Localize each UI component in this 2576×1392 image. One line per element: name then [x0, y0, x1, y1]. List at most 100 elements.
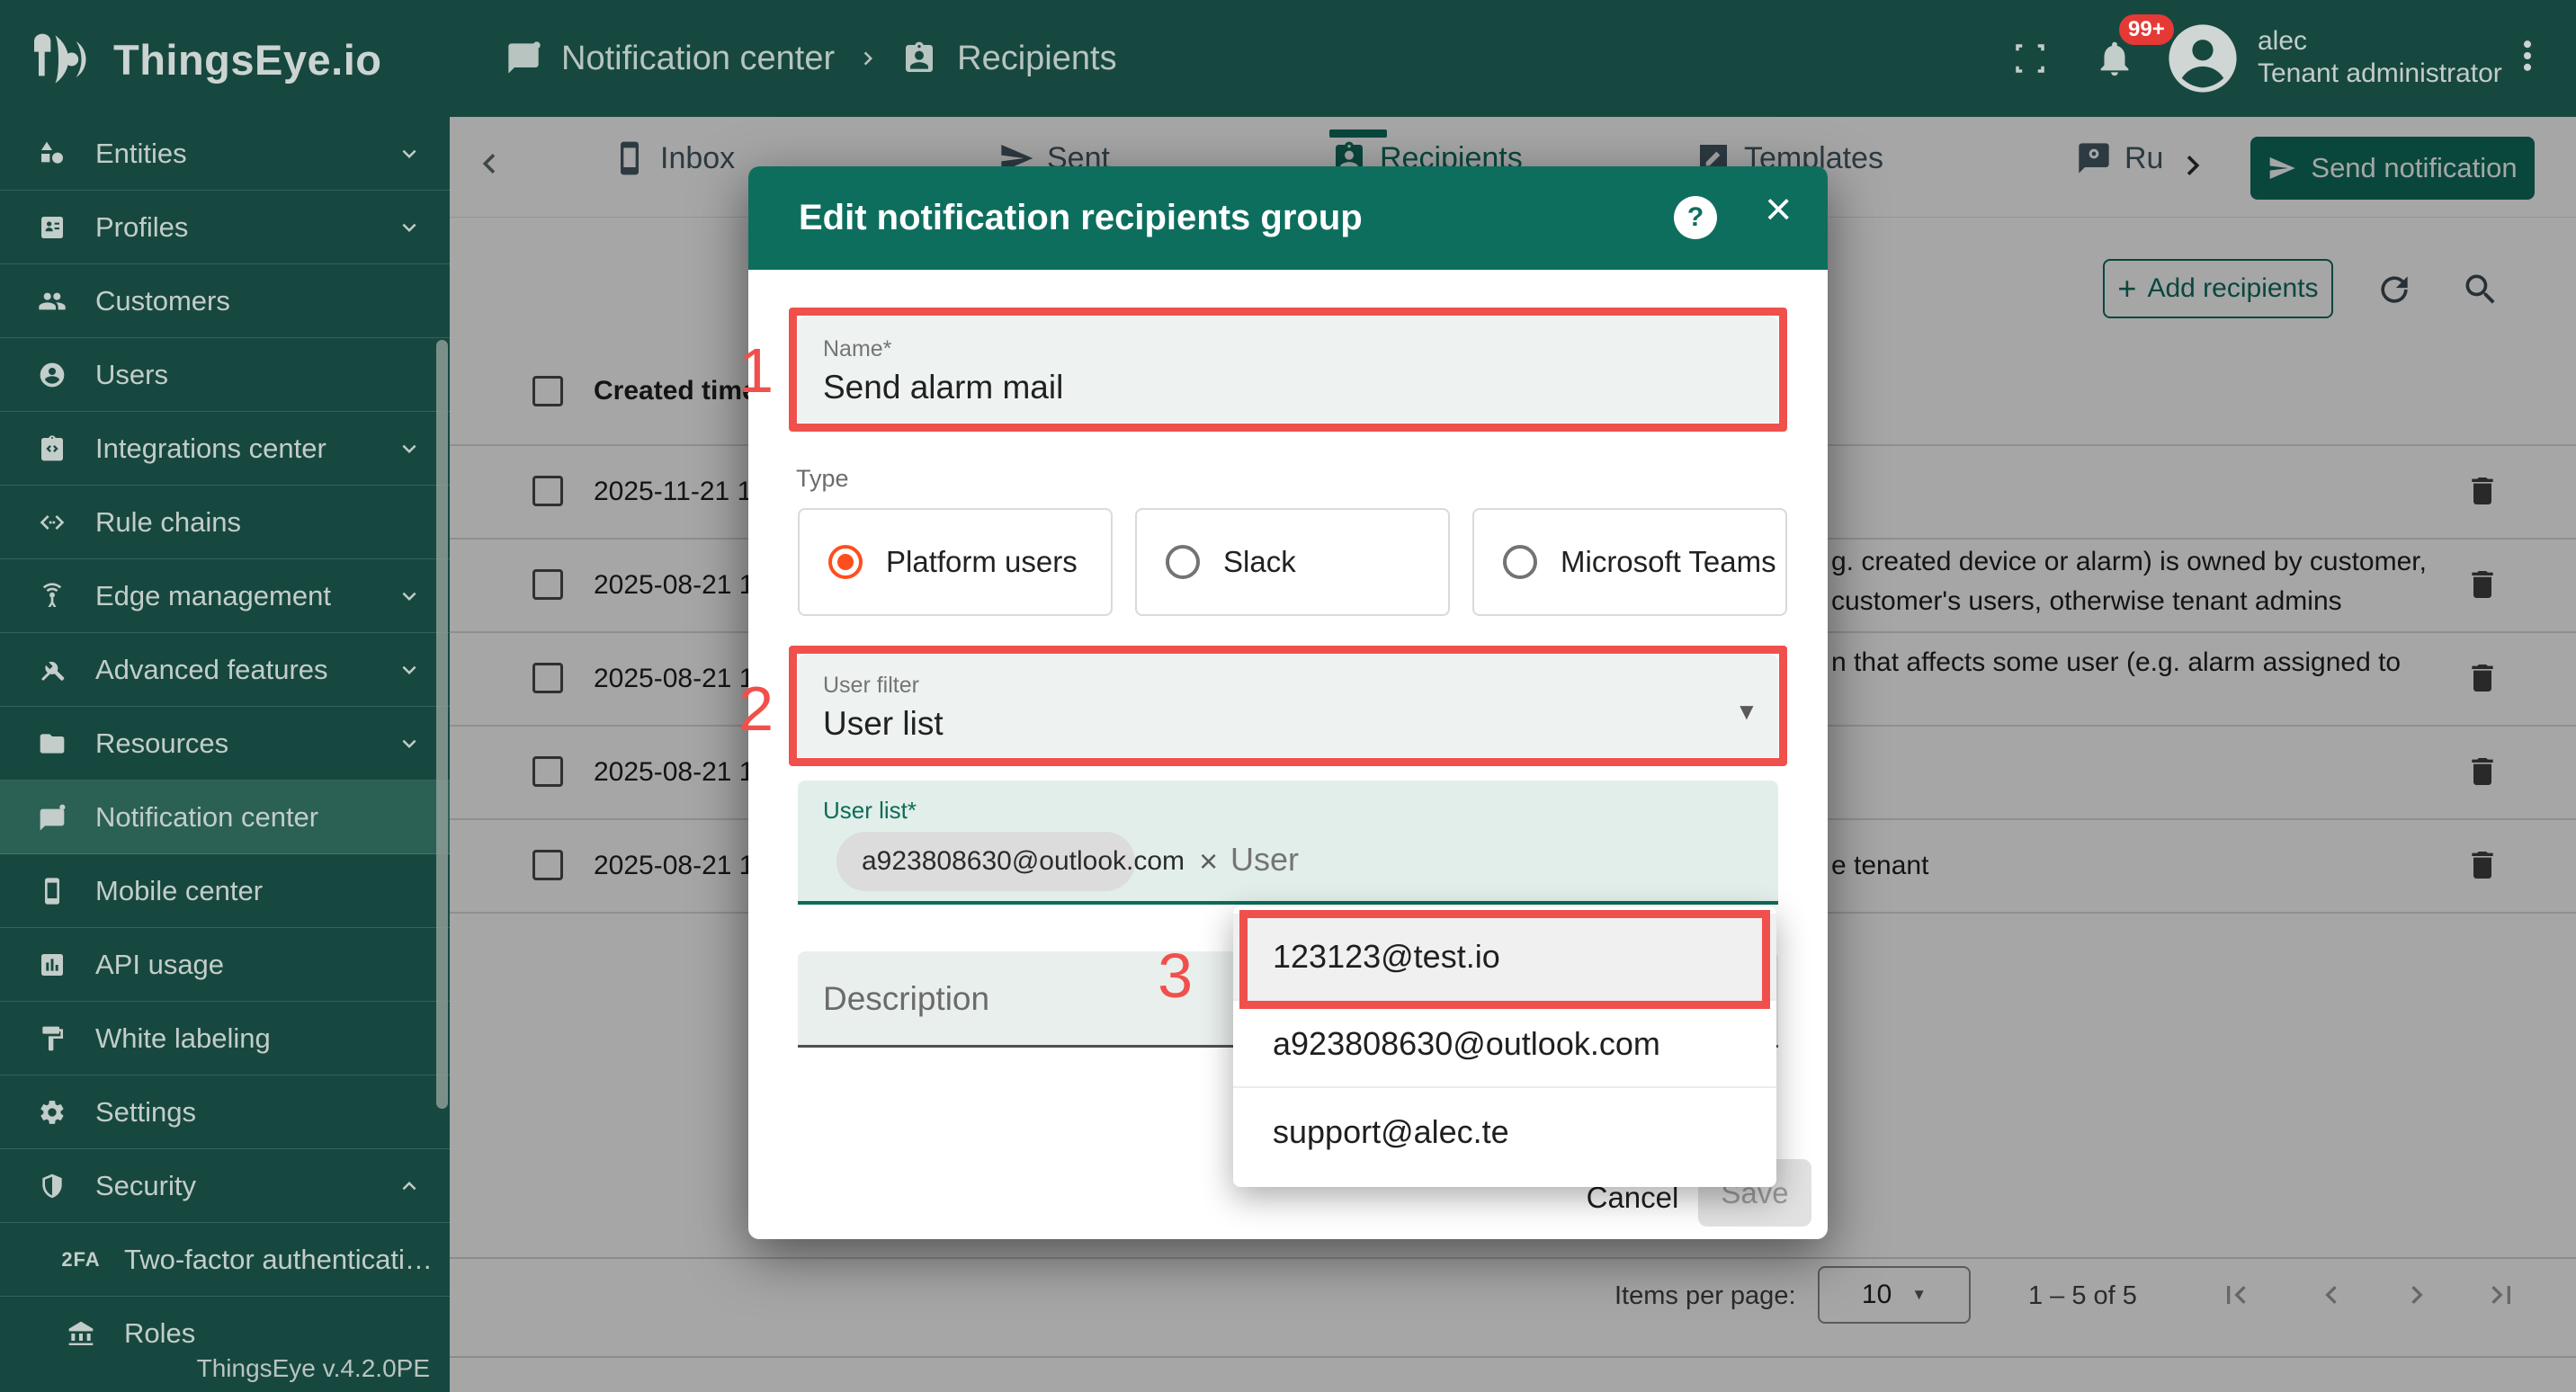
shield-icon [32, 1172, 72, 1200]
sidebar-item-users[interactable]: Users [0, 338, 450, 412]
folder-icon [32, 729, 72, 758]
radio-icon[interactable] [1503, 545, 1537, 579]
chart-icon [32, 950, 72, 979]
sidebar-item-customers[interactable]: Customers [0, 264, 450, 338]
user-list-underline [798, 901, 1778, 905]
dropdown-option[interactable]: 123123@test.io [1233, 914, 1776, 1001]
user-filter-value: User list [823, 705, 944, 743]
fullscreen-icon[interactable] [2011, 40, 2049, 77]
type-option-platform-users[interactable]: Platform users [798, 508, 1113, 616]
breadcrumb-section[interactable]: Notification center [561, 40, 835, 78]
type-option-slack[interactable]: Slack [1135, 508, 1450, 616]
sidebar-item-white-labeling[interactable]: White labeling [0, 1002, 450, 1075]
description-placeholder: Description [823, 980, 989, 1018]
radio-selected-icon[interactable] [828, 545, 863, 579]
badge-icon [32, 213, 72, 242]
sidebar-item-label: Settings [95, 1096, 450, 1129]
type-option-microsoft-teams[interactable]: Microsoft Teams [1472, 508, 1787, 616]
close-icon[interactable]: × [1765, 186, 1792, 233]
top-bar: ThingsEye.io Notification center Recipie… [0, 0, 2576, 117]
sidebar: Entities Profiles Customers Users Integr… [0, 117, 450, 1392]
sidebar-item-api-usage[interactable]: API usage [0, 928, 450, 1002]
sidebar-item-two-factor-authentication[interactable]: 2FA Two-factor authenticati… [0, 1223, 450, 1297]
user-input-placeholder[interactable]: User [1230, 841, 1299, 879]
user-filter-label: User filter [823, 673, 919, 699]
sidebar-item-edge-management[interactable]: Edge management [0, 559, 450, 633]
app-version: ThingsEye v.4.2.0PE [0, 1345, 450, 1392]
sidebar-item-label: Users [95, 359, 450, 391]
user-chip[interactable]: a923808630@outlook.com × [836, 832, 1135, 891]
more-menu-icon[interactable] [2508, 36, 2547, 76]
sidebar-item-label: White labeling [95, 1022, 450, 1055]
dropdown-option[interactable]: a923808630@outlook.com [1233, 1001, 1776, 1088]
name-field-value: Send alarm mail [823, 369, 1063, 406]
user-info[interactable]: alec Tenant administrator [2258, 25, 2502, 90]
sidebar-item-label: API usage [95, 949, 450, 981]
shapes-icon [32, 139, 72, 168]
2fa-icon: 2FA [61, 1248, 101, 1272]
avatar[interactable] [2166, 22, 2240, 95]
sidebar-item-label: Integrations center [95, 433, 396, 465]
sidebar-item-label: Edge management [95, 580, 396, 612]
sidebar-item-resources[interactable]: Resources [0, 707, 450, 781]
user-autocomplete-dropdown: 123123@test.io a923808630@outlook.com su… [1233, 906, 1776, 1187]
user-filter-select[interactable]: User filter User list ▼ [798, 655, 1778, 757]
sidebar-item-label: Notification center [95, 801, 450, 834]
code-icon [32, 508, 72, 537]
help-icon[interactable]: ? [1674, 196, 1717, 239]
sidebar-item-integrations-center[interactable]: Integrations center [0, 412, 450, 486]
sidebar-item-settings[interactable]: Settings [0, 1075, 450, 1149]
type-option-label: Microsoft Teams [1561, 545, 1776, 579]
chevron-down-icon [396, 730, 423, 757]
sidebar-item-rule-chains[interactable]: Rule chains [0, 486, 450, 559]
recipients-icon [901, 40, 937, 76]
gear-icon [32, 1098, 72, 1127]
antenna-icon [32, 582, 72, 611]
dialog-header: Edit notification recipients group ? × [748, 166, 1828, 270]
paint-roller-icon [32, 1024, 72, 1053]
radio-icon[interactable] [1166, 545, 1200, 579]
logo-icon [25, 23, 97, 95]
app-logo[interactable]: ThingsEye.io [25, 23, 382, 95]
annotation-number-1: 1 [734, 339, 774, 402]
sidebar-item-mobile-center[interactable]: Mobile center [0, 854, 450, 928]
sidebar-item-label: Resources [95, 727, 396, 760]
chevron-down-icon [396, 583, 423, 610]
sidebar-item-profiles[interactable]: Profiles [0, 191, 450, 264]
smartphone-icon [32, 877, 72, 906]
sidebar-item-label: Entities [95, 138, 396, 170]
type-option-label: Slack [1223, 545, 1296, 579]
type-label: Type [796, 465, 849, 493]
name-field-label: Name* [823, 336, 891, 362]
tools-icon [32, 656, 72, 684]
sidebar-item-notification-center[interactable]: Notification center [0, 781, 450, 854]
dropdown-option[interactable]: support@alec.te [1233, 1088, 1776, 1175]
sidebar-item-security[interactable]: Security [0, 1149, 450, 1223]
notification-center-icon [505, 40, 541, 76]
sidebar-scrollbar[interactable] [436, 340, 448, 1109]
sidebar-item-label: Mobile center [95, 875, 450, 907]
integration-icon [32, 434, 72, 463]
sidebar-item-label: Profiles [95, 211, 396, 244]
person-icon [32, 361, 72, 389]
dropdown-caret-icon[interactable]: ▼ [1735, 698, 1758, 726]
sidebar-item-label: Security [95, 1170, 396, 1202]
chevron-down-icon [396, 656, 423, 683]
type-option-label: Platform users [886, 545, 1078, 579]
breadcrumb-chevron-icon [854, 45, 881, 72]
user-role: Tenant administrator [2258, 58, 2502, 90]
annotation-number-2: 2 [734, 677, 774, 740]
sidebar-item-label: Advanced features [95, 654, 396, 686]
chevron-down-icon [396, 214, 423, 241]
name-field[interactable]: Name* Send alarm mail [798, 317, 1778, 423]
bank-icon [61, 1319, 101, 1348]
chevron-up-icon [396, 1173, 423, 1200]
chip-remove-icon[interactable]: × [1199, 845, 1218, 878]
application-window: ThingsEye.io Notification center Recipie… [0, 0, 2576, 1392]
logo-text: ThingsEye.io [113, 35, 382, 85]
sidebar-item-entities[interactable]: Entities [0, 117, 450, 191]
sidebar-item-advanced-features[interactable]: Advanced features [0, 633, 450, 707]
breadcrumb: Notification center Recipients [505, 0, 1117, 117]
breadcrumb-page: Recipients [957, 40, 1116, 78]
sidebar-item-label: Customers [95, 285, 450, 317]
